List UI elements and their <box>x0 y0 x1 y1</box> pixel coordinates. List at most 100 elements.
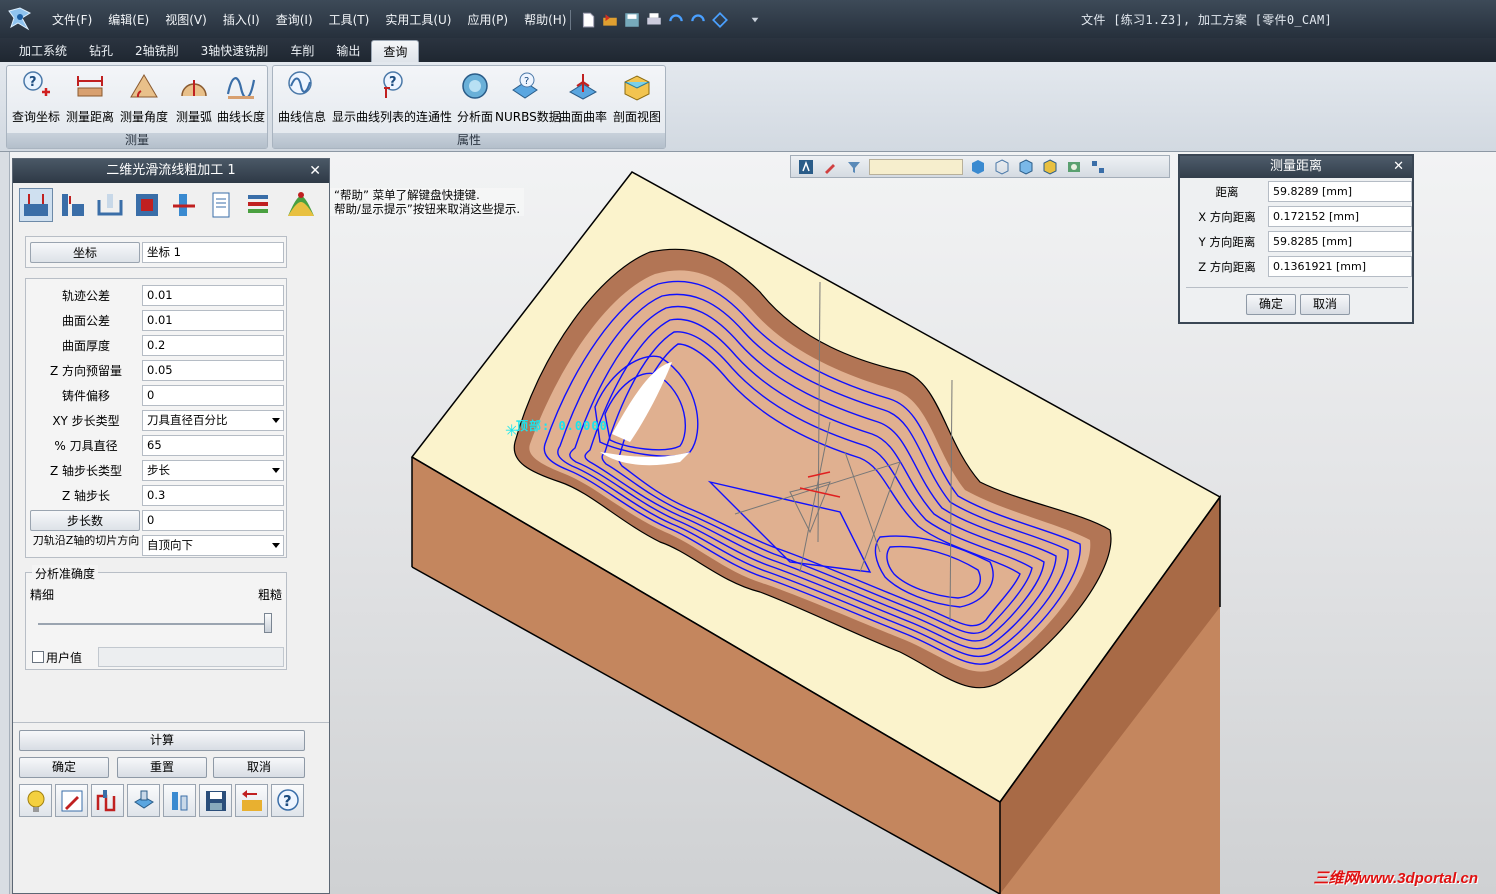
tab-2axis-milling[interactable]: 2轴铣削 <box>124 40 190 62</box>
tab-query[interactable]: 查询 <box>371 40 420 62</box>
ok-button[interactable]: 确定 <box>1246 294 1296 315</box>
surface-thickness-field[interactable]: 0.2 <box>142 335 284 356</box>
compute-button[interactable]: 计算 <box>19 730 305 751</box>
surface-curvature-button[interactable]: 曲面曲率 <box>557 68 609 132</box>
menu-tools[interactable]: 工具(T) <box>321 11 378 29</box>
tab-3axis-fast-milling[interactable]: 3轴快速铣削 <box>190 40 280 62</box>
param-row: XY 步长类型 刀具直径百分比 <box>26 410 286 432</box>
step-count-button[interactable]: 步长数 <box>30 510 140 531</box>
distance-value[interactable]: 59.8289 [mm] <box>1268 181 1412 202</box>
coordinate-tab-icon[interactable] <box>19 188 53 222</box>
menu-edit[interactable]: 编辑(E) <box>100 11 157 29</box>
layers-tab-icon[interactable] <box>241 188 275 222</box>
print-icon[interactable] <box>645 11 663 29</box>
redo-icon[interactable] <box>689 11 707 29</box>
load-icon[interactable] <box>235 784 268 817</box>
analyze-face-button[interactable]: 分析面 <box>455 68 495 132</box>
toolpath-icon[interactable] <box>91 784 124 817</box>
nurbs-data-button[interactable]: ? NURBS数据 <box>495 68 561 132</box>
new-file-icon[interactable] <box>579 11 597 29</box>
menu-view[interactable]: 视图(V) <box>157 11 215 29</box>
slider-track[interactable] <box>38 623 272 625</box>
param-row: 曲面厚度 0.2 <box>26 335 286 357</box>
menu-applications[interactable]: 应用(P) <box>459 11 516 29</box>
trajectory-tolerance-field[interactable]: 0.01 <box>142 285 284 306</box>
regenerate-icon[interactable] <box>711 11 729 29</box>
y-distance-value[interactable]: 59.8285 [mm] <box>1268 231 1412 252</box>
curve-info-button[interactable]: 曲线信息 <box>275 68 329 132</box>
measure-distance-button[interactable]: 测量距离 <box>65 68 115 132</box>
measure-arc-button[interactable]: 测量弧 <box>173 68 215 132</box>
z-step-type-select[interactable]: 步长 <box>142 460 284 481</box>
menu-insert[interactable]: 插入(I) <box>215 11 268 29</box>
ok-button[interactable]: 确定 <box>19 757 109 778</box>
z-allowance-field[interactable]: 0.05 <box>142 360 284 381</box>
z-step-field[interactable]: 0.3 <box>142 485 284 506</box>
coordinate-field[interactable]: 坐标 1 <box>142 242 284 263</box>
limits-tab-icon[interactable] <box>56 188 90 222</box>
accuracy-slider-thumb[interactable] <box>264 613 272 633</box>
customize-dropdown-icon[interactable] <box>746 11 764 29</box>
user-value-field[interactable] <box>98 647 284 667</box>
select-mode-icon[interactable] <box>797 159 815 175</box>
tool-tab-icon[interactable] <box>93 188 127 222</box>
wireframe-icon[interactable] <box>993 158 1011 175</box>
surface-tolerance-field[interactable]: 0.01 <box>142 310 284 331</box>
measure-distance-dialog: 测量距离 ✕ 距离 59.8289 [mm] X 方向距离 0.172152 [mm… <box>1178 154 1414 324</box>
menu-utilities[interactable]: 实用工具(U) <box>377 11 459 29</box>
boundary-tab-icon[interactable] <box>130 188 164 222</box>
view-cube-icon[interactable] <box>969 159 987 175</box>
undo-icon[interactable] <box>667 11 685 29</box>
x-distance-value[interactable]: 0.172152 [mm] <box>1268 206 1412 227</box>
shaded-icon[interactable] <box>1017 158 1035 175</box>
dialog-title-bar[interactable]: 测量距离 ✕ <box>1180 156 1412 178</box>
feed-speed-tab-icon[interactable] <box>167 188 201 222</box>
tab-drilling[interactable]: 钻孔 <box>78 40 124 62</box>
help-icon[interactable]: ? <box>271 784 304 817</box>
app-logo-icon[interactable] <box>6 5 34 33</box>
section-view-button[interactable]: 剖面视图 <box>611 68 663 132</box>
close-icon[interactable]: ✕ <box>309 159 321 183</box>
simulation-tab-icon[interactable] <box>284 188 318 222</box>
xy-step-type-select[interactable]: 刀具直径百分比 <box>142 410 284 431</box>
tool-info-icon[interactable] <box>163 784 196 817</box>
save-icon[interactable] <box>199 784 232 817</box>
tab-output[interactable]: 输出 <box>325 40 371 62</box>
curve-list-connectivity-button[interactable]: ? 显示曲线列表的连通性 <box>331 68 453 132</box>
divider <box>1186 287 1408 288</box>
tool-diameter-percent-field[interactable]: 65 <box>142 435 284 456</box>
display-options-icon[interactable] <box>1065 159 1083 175</box>
ribbon: ? 查询坐标 测量距离 测量角度 测量弧 曲线长度 测量 曲线信息 ? 显示曲线… <box>0 62 1496 152</box>
filter-input[interactable] <box>869 158 963 175</box>
measure-angle-button[interactable]: 测量角度 <box>119 68 169 132</box>
cancel-button[interactable]: 取消 <box>1300 294 1350 315</box>
save-icon[interactable] <box>623 11 641 29</box>
lightbulb-icon[interactable] <box>19 784 52 817</box>
panel-title-bar[interactable]: 二维光滑流线粗加工 1 ✕ <box>13 159 329 183</box>
z-slice-direction-select[interactable]: 自顶向下 <box>142 535 284 556</box>
casting-offset-field[interactable]: 0 <box>142 385 284 406</box>
menu-file[interactable]: 文件(F) <box>44 11 100 29</box>
layout-icon[interactable] <box>1089 159 1107 175</box>
cancel-button[interactable]: 取消 <box>213 757 305 778</box>
step-count-field[interactable]: 0 <box>142 510 284 531</box>
edit-icon[interactable] <box>55 784 88 817</box>
tab-machining-system[interactable]: 加工系统 <box>8 40 78 62</box>
notes-tab-icon[interactable] <box>204 188 238 222</box>
pen-icon[interactable] <box>821 159 839 175</box>
query-coordinate-button[interactable]: ? 查询坐标 <box>11 68 61 132</box>
coordinate-button[interactable]: 坐标 <box>30 242 140 263</box>
open-folder-icon[interactable] <box>601 11 619 29</box>
render-mode-icon[interactable] <box>1041 158 1059 175</box>
ribbon-group-measure: ? 查询坐标 测量距离 测量角度 测量弧 曲线长度 测量 <box>6 65 268 149</box>
filter-icon[interactable] <box>845 159 863 175</box>
curve-length-button[interactable]: 曲线长度 <box>215 68 267 132</box>
user-value-checkbox[interactable] <box>32 651 44 663</box>
z-distance-value[interactable]: 0.1361921 [mm] <box>1268 256 1412 277</box>
reset-button[interactable]: 重置 <box>117 757 207 778</box>
menu-query[interactable]: 查询(I) <box>268 11 321 29</box>
tab-turning[interactable]: 车削 <box>279 40 325 62</box>
simulate-icon[interactable] <box>127 784 160 817</box>
param-label: XY 步长类型 <box>52 414 120 428</box>
close-icon[interactable]: ✕ <box>1393 156 1404 178</box>
